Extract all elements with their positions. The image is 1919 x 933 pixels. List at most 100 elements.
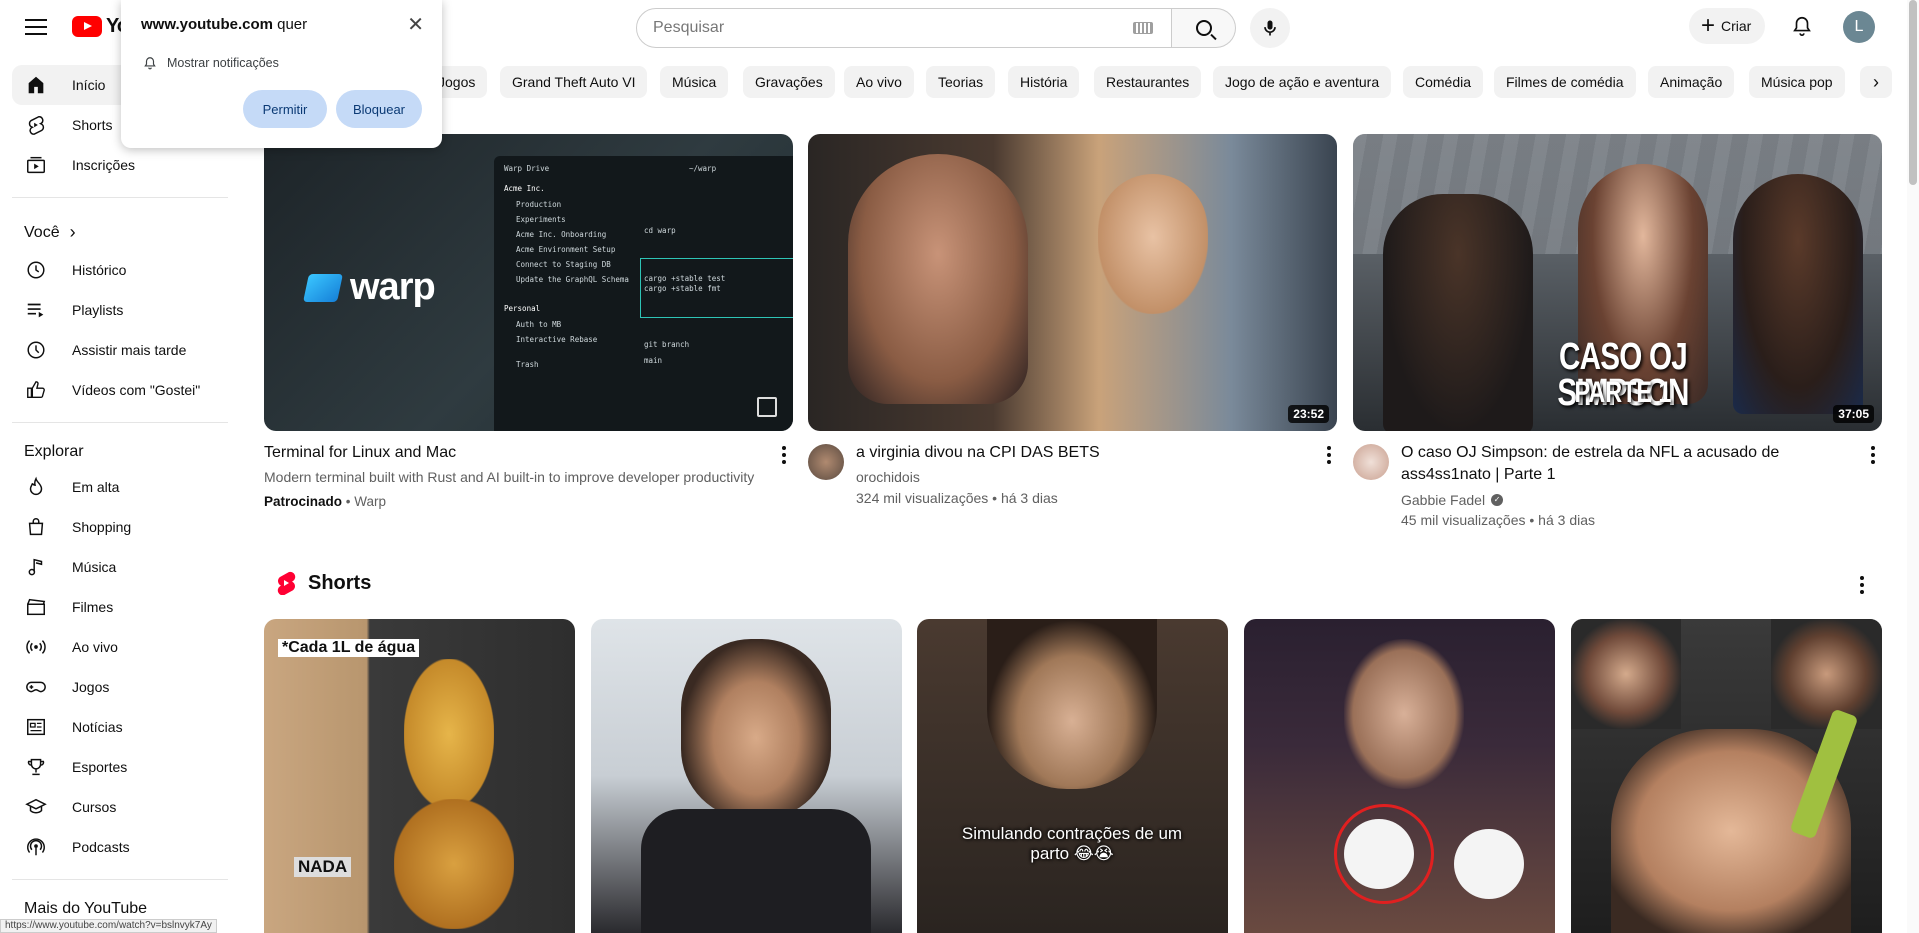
video-title[interactable]: O caso OJ Simpson: de estrela da NFL a a… [1401, 442, 1841, 486]
video-duration: 37:05 [1833, 405, 1874, 423]
short-thumbnail[interactable] [591, 619, 902, 933]
video-stats: 45 mil visualizações • há 3 dias [1401, 512, 1595, 528]
clapperboard-icon [24, 595, 48, 619]
clock-icon [24, 338, 48, 362]
bell-icon [144, 57, 156, 70]
video-thumbnail-oj-simpson[interactable]: CASO OJ SIMPSON PARTE 1 37:05 [1353, 134, 1882, 431]
sidebar-item-history[interactable]: Histórico [12, 250, 228, 290]
video-thumbnail-cpi-bets[interactable]: 23:52 [808, 134, 1337, 431]
chip[interactable]: Música [660, 66, 729, 98]
chip[interactable]: Gravações [743, 66, 835, 98]
video-title[interactable]: Terminal for Linux and Mac [264, 442, 456, 464]
create-button[interactable]: + Criar [1689, 8, 1766, 44]
warp-terminal-line: git branch [644, 340, 690, 349]
warp-item: Update the GraphQL Schema [516, 275, 629, 284]
sidebar-item-shopping[interactable]: Shopping [12, 507, 228, 547]
chip[interactable]: Filmes de comédia [1494, 66, 1636, 98]
chip[interactable]: Música pop [1749, 66, 1845, 98]
chip[interactable]: Comédia [1403, 66, 1484, 98]
warp-panel-tab: ~/warp [689, 164, 717, 173]
sidebar-item-live[interactable]: Ao vivo [12, 627, 228, 667]
history-icon [24, 258, 48, 282]
warp-org: Acme Inc. [504, 184, 545, 193]
shorts-icon [24, 113, 48, 137]
channel-name[interactable]: Gabbie Fadel [1401, 490, 1485, 510]
chip[interactable]: Teorias [926, 66, 996, 98]
youtube-play-icon [72, 16, 102, 37]
sidebar-item-playlists[interactable]: Playlists [12, 290, 228, 330]
video-thumbnail-warp[interactable]: warp Warp Drive ~/warp Acme Inc. Product… [264, 134, 793, 431]
close-icon[interactable]: ✕ [407, 12, 424, 37]
chip[interactable]: Restaurantes [1094, 66, 1202, 98]
shorts-section-header: Shorts [276, 571, 371, 595]
short-thumbnail[interactable] [1571, 619, 1882, 933]
search-input[interactable] [653, 19, 1133, 37]
sidebar-item-movies[interactable]: Filmes [12, 587, 228, 627]
sidebar-item-podcasts[interactable]: Podcasts [12, 827, 228, 867]
channel-avatar[interactable] [808, 444, 844, 480]
sidebar-item-music[interactable]: Música [12, 547, 228, 587]
trending-flame-icon [24, 475, 48, 499]
more-options-icon[interactable] [1871, 446, 1875, 464]
menu-icon[interactable] [22, 13, 50, 41]
more-options-icon[interactable] [782, 446, 786, 464]
search-button[interactable] [1172, 8, 1236, 48]
thumbnail-person [1383, 194, 1533, 431]
shorts-heading: Shorts [308, 571, 372, 594]
block-button[interactable]: Bloquear [336, 90, 422, 128]
sidebar-item-courses[interactable]: Cursos [12, 787, 228, 827]
sidebar-item-sports[interactable]: Esportes [12, 747, 228, 787]
podcast-icon [24, 835, 48, 859]
keyboard-icon[interactable] [1133, 22, 1153, 34]
more-options-icon[interactable] [1860, 576, 1864, 594]
sidebar-divider [12, 197, 228, 198]
sidebar-item-label: Esportes [72, 759, 128, 775]
thumbnail-person [1571, 619, 1681, 729]
chip[interactable]: Jogo de ação e aventura [1213, 66, 1392, 98]
voice-search-button[interactable] [1250, 8, 1290, 48]
sidebar-item-label: Filmes [72, 599, 114, 615]
short-thumbnail[interactable]: *Cada 1L de água NADA [264, 619, 575, 933]
sidebar-heading-you[interactable]: Você › [24, 222, 76, 243]
chip[interactable]: Animação [1648, 66, 1735, 98]
chips-next-button[interactable]: › [1860, 66, 1892, 98]
sidebar-item-label: Assistir mais tarde [72, 342, 187, 358]
short-thumbnail[interactable] [1244, 619, 1555, 933]
sidebar-item-watch-later[interactable]: Assistir mais tarde [12, 330, 228, 370]
channel-name[interactable]: orochidois [856, 467, 920, 487]
popup-title: www.youtube.com quer [141, 16, 307, 33]
sidebar-divider [12, 879, 228, 880]
video-title[interactable]: a virginia divou na CPI DAS BETS [856, 442, 1296, 464]
account-avatar[interactable]: L [1843, 11, 1875, 43]
sidebar-item-subscriptions[interactable]: Inscrições [12, 145, 228, 185]
search-box [636, 8, 1172, 48]
shopping-bag-icon [24, 515, 48, 539]
scrollbar-thumb[interactable] [1909, 0, 1917, 185]
music-note-icon [24, 555, 48, 579]
sidebar-heading-more: Mais do YouTube [24, 900, 148, 917]
page-scrollbar[interactable] [1907, 0, 1919, 933]
sidebar-item-news[interactable]: Notícias [12, 707, 228, 747]
sidebar-item-trending[interactable]: Em alta [12, 467, 228, 507]
external-link-icon[interactable] [757, 397, 777, 417]
popup-title-suffix: quer [272, 16, 308, 33]
short-thumbnail[interactable]: Simulando contrações de um parto 😂😭 [917, 619, 1228, 933]
allow-button[interactable]: Permitir [243, 90, 327, 128]
thumbnail-person [1733, 174, 1863, 414]
sidebar-item-label: Playlists [72, 302, 124, 318]
sidebar-divider [12, 422, 228, 423]
channel-name[interactable]: Warp [354, 494, 386, 509]
channel-avatar[interactable] [1353, 444, 1389, 480]
sidebar-item-gaming[interactable]: Jogos [12, 667, 228, 707]
chip[interactable]: Grand Theft Auto VI [500, 66, 648, 98]
more-options-icon[interactable] [1327, 446, 1331, 464]
notifications-button[interactable] [1790, 14, 1814, 38]
chip[interactable]: Ao vivo [844, 66, 914, 98]
newspaper-icon [24, 715, 48, 739]
subscriptions-icon [24, 153, 48, 177]
sidebar-item-liked-videos[interactable]: Vídeos com "Gostei" [12, 370, 228, 410]
thumbnail-person [1771, 619, 1882, 729]
short-caption: *Cada 1L de água [278, 639, 420, 657]
chip[interactable]: História [1008, 66, 1080, 98]
shorts-logo-icon [277, 571, 296, 595]
